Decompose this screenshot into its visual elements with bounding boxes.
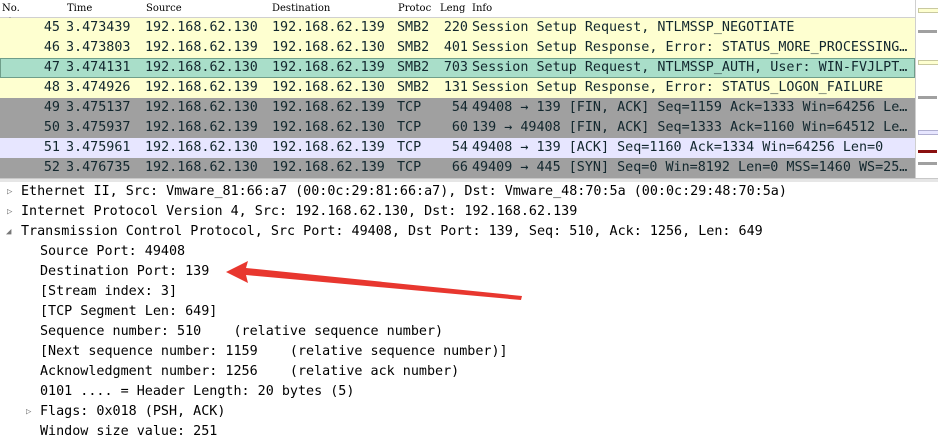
column-time[interactable]: Time (67, 3, 92, 14)
packet-time: 3.474131 (66, 60, 131, 75)
packet-time: 3.473439 (66, 20, 131, 35)
minimap-marker (918, 30, 937, 33)
minimap-marker (918, 150, 937, 153)
packet-row[interactable]: 45 3.473439 192.168.62.130 192.168.62.13… (0, 18, 915, 38)
packet-protocol: SMB2 (397, 60, 430, 75)
packet-source: 192.168.62.130 (145, 60, 258, 75)
packet-destination: 192.168.62.139 (272, 20, 385, 35)
packet-length: 401 (443, 40, 468, 55)
packet-info: Session Setup Request, NTLMSSP_AUTH, Use… (472, 60, 908, 75)
packet-no: 46 (43, 40, 60, 55)
packet-no: 45 (43, 20, 60, 35)
red-arrow-shape (226, 261, 522, 300)
packet-destination: 192.168.62.139 (272, 160, 385, 175)
packet-time: 3.474926 (66, 80, 131, 95)
column-source[interactable]: Source (146, 3, 182, 14)
packet-row[interactable]: 50 3.475937 192.168.62.139 192.168.62.13… (0, 118, 915, 138)
packet-list-minimap-scrollbar[interactable] (915, 0, 938, 178)
packet-time: 3.475937 (66, 120, 131, 135)
packet-protocol: SMB2 (397, 80, 430, 95)
packet-list[interactable]: No. Time Source Destination Protoc Leng … (0, 0, 938, 178)
packet-destination: 192.168.62.130 (272, 120, 385, 135)
packet-destination: 192.168.62.130 (272, 80, 385, 95)
minimap-marker (918, 60, 938, 65)
packet-length: 220 (443, 20, 468, 35)
column-destination[interactable]: Destination (272, 3, 330, 14)
packet-source: 192.168.62.130 (145, 140, 258, 155)
packet-length: 54 (451, 100, 468, 115)
packet-time: 3.473803 (66, 40, 131, 55)
packet-source: 192.168.62.139 (145, 120, 258, 135)
minimap-marker (918, 130, 938, 135)
column-info[interactable]: Info (472, 3, 492, 14)
packet-destination: 192.168.62.130 (272, 40, 385, 55)
column-length[interactable]: Leng (440, 3, 465, 14)
packet-row[interactable]: 52 3.476735 192.168.62.130 192.168.62.13… (0, 158, 915, 178)
packet-source: 192.168.62.130 (145, 20, 258, 35)
packet-protocol: SMB2 (397, 40, 430, 55)
packet-source: 192.168.62.139 (145, 40, 258, 55)
minimap-marker (918, 8, 938, 13)
packet-time: 3.475137 (66, 100, 131, 115)
column-no[interactable]: No. (2, 3, 20, 14)
packet-info: 139 → 49408 [FIN, ACK] Seq=1333 Ack=1160… (472, 120, 908, 135)
packet-row[interactable]: 48 3.474926 192.168.62.139 192.168.62.13… (0, 78, 915, 98)
packet-info: Session Setup Request, NTLMSSP_NEGOTIATE (472, 20, 795, 35)
packet-row[interactable]: 46 3.473803 192.168.62.139 192.168.62.13… (0, 38, 915, 58)
packet-protocol: TCP (397, 140, 422, 155)
packet-time: 3.476735 (66, 160, 131, 175)
packet-info: Session Setup Response, Error: STATUS_MO… (472, 40, 908, 55)
column-protocol[interactable]: Protoc (398, 3, 431, 14)
packet-length: 703 (443, 60, 468, 75)
packet-details-tree[interactable]: ▷ Ethernet II, Src: Vmware_81:66:a7 (00:… (0, 182, 938, 439)
packet-info: Session Setup Response, Error: STATUS_LO… (472, 80, 884, 95)
packet-no: 52 (43, 160, 60, 175)
packet-no: 49 (43, 100, 60, 115)
packet-row[interactable]: 51 3.475961 192.168.62.130 192.168.62.13… (0, 138, 915, 158)
packet-destination: 192.168.62.139 (272, 140, 385, 155)
packet-no: 50 (43, 120, 60, 135)
packet-length: 66 (451, 160, 468, 175)
packet-length: 131 (443, 80, 468, 95)
minimap-marker (918, 96, 937, 99)
packet-destination: 192.168.62.139 (272, 100, 385, 115)
packet-info: 49409 → 445 [SYN] Seq=0 Win=8192 Len=0 M… (472, 160, 908, 175)
packet-no: 47 (43, 60, 60, 75)
packet-info: 49408 → 139 [FIN, ACK] Seq=1159 Ack=1333… (472, 100, 908, 115)
packet-length: 54 (451, 140, 468, 155)
packet-protocol: TCP (397, 120, 422, 135)
packet-source: 192.168.62.139 (145, 80, 258, 95)
packet-destination: 192.168.62.139 (272, 60, 385, 75)
packet-protocol: SMB2 (397, 20, 430, 35)
packet-length: 60 (451, 120, 468, 135)
packet-time: 3.475961 (66, 140, 131, 155)
packet-no: 48 (43, 80, 60, 95)
annotation-arrow-icon (226, 261, 522, 300)
packet-info: 49408 → 139 [ACK] Seq=1160 Ack=1334 Win=… (472, 140, 884, 155)
packet-row-selected[interactable]: 47 3.474131 192.168.62.130 192.168.62.13… (0, 58, 915, 78)
packet-no: 51 (43, 140, 60, 155)
packet-protocol: TCP (397, 100, 422, 115)
minimap-marker (918, 162, 937, 165)
packet-source: 192.168.62.130 (145, 100, 258, 115)
packet-source: 192.168.62.130 (145, 160, 258, 175)
packet-protocol: TCP (397, 160, 422, 175)
column-header: No. Time Source Destination Protoc Leng … (0, 0, 915, 18)
packet-row[interactable]: 49 3.475137 192.168.62.130 192.168.62.13… (0, 98, 915, 118)
